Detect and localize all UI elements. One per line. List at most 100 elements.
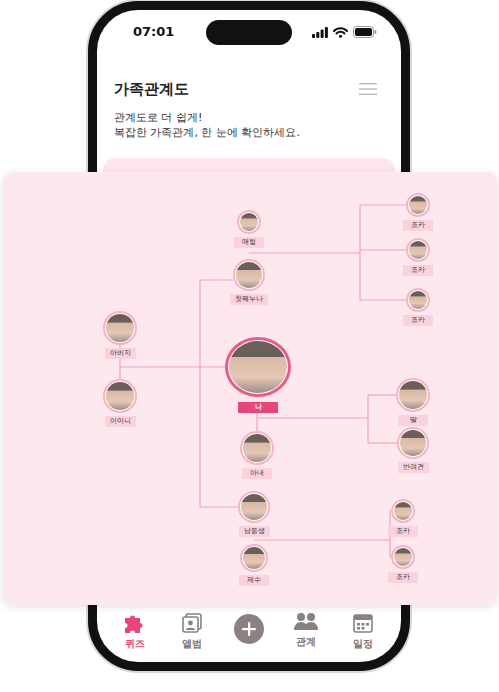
photo-fill — [394, 548, 412, 566]
photo-fill — [409, 241, 427, 259]
family-node[interactable]: 조카 — [388, 545, 418, 583]
tab-label: 앨범 — [182, 637, 202, 650]
photo-fill — [106, 382, 134, 410]
tab-label: 일정 — [353, 637, 373, 650]
photo-block — [406, 288, 430, 312]
photo-fill — [409, 196, 427, 214]
photo-block — [103, 311, 137, 345]
connector-line — [368, 442, 397, 443]
tab-label: 관계 — [296, 635, 316, 648]
node-label: 나 — [238, 402, 278, 413]
family-node[interactable]: 매형 — [234, 210, 264, 248]
node-label: 딸 — [398, 415, 428, 426]
node-label: 아내 — [242, 468, 272, 479]
node-label: 매형 — [234, 237, 264, 248]
node-label: 조카 — [403, 265, 433, 276]
family-node[interactable]: 나 — [225, 337, 291, 413]
album-icon — [181, 612, 203, 634]
intro-text: 관계도로 더 쉽게!복잡한 가족관계, 한 눈에 확인하세요. — [114, 110, 377, 140]
family-tree-panel: 매형첫째누나아버지어머니나아내남동생제수조카조카조카딸반려견조카조카 — [3, 172, 497, 605]
photo-block — [406, 193, 430, 217]
photo-block — [240, 544, 268, 572]
node-label: 아버지 — [105, 348, 136, 359]
connector-line — [360, 204, 406, 205]
photo-fill — [229, 341, 287, 393]
connector-line — [368, 394, 396, 395]
family-node[interactable]: 아버지 — [103, 311, 137, 359]
connector-line — [254, 539, 390, 540]
tab-label: 퀴즈 — [125, 637, 145, 650]
connector-line — [249, 252, 360, 253]
tab-bar: 퀴즈 앨범 관계 일정 — [97, 606, 401, 662]
wifi-icon — [333, 27, 348, 38]
connector-line — [360, 249, 406, 250]
photo-block — [396, 378, 430, 412]
menu-icon[interactable] — [359, 82, 377, 96]
node-label: 조카 — [403, 315, 433, 326]
family-node[interactable]: 조카 — [403, 238, 433, 276]
photo-fill — [243, 434, 271, 462]
status-bar: 07:01 — [97, 10, 401, 60]
photo-fill — [240, 213, 258, 231]
intro-line: 관계도로 더 쉽게! — [114, 110, 377, 125]
connector-line — [200, 506, 238, 507]
family-node[interactable]: 제수 — [239, 544, 269, 586]
photo-fill — [236, 262, 262, 288]
family-node[interactable]: 반려견 — [397, 427, 429, 473]
node-label: 조카 — [403, 220, 433, 231]
title-row: 가족관계도 — [114, 78, 377, 100]
photo-block — [391, 499, 415, 523]
photo-fill — [409, 291, 427, 309]
photo-block — [406, 238, 430, 262]
stage: 07:01 가족관계도관계도로 더 쉽게!복잡한 가족관계, 한 눈에 확인하세요… — [0, 0, 499, 692]
photo-fill — [106, 314, 134, 342]
calendar-icon — [352, 612, 374, 634]
battery-icon — [353, 26, 377, 38]
status-time: 07:01 — [133, 24, 174, 40]
photo-fill — [394, 502, 412, 520]
node-label: 제수 — [239, 575, 269, 586]
family-node[interactable]: 조카 — [388, 499, 418, 537]
family-node[interactable]: 조카 — [403, 288, 433, 326]
dynamic-island — [206, 20, 292, 45]
intro-line: 복잡한 가족관계, 한 눈에 확인하세요. — [114, 125, 377, 140]
connector-line — [256, 412, 257, 431]
photo-fill — [400, 430, 426, 456]
connector-line — [120, 366, 225, 367]
photo-block — [397, 427, 429, 459]
family-node[interactable]: 남동생 — [238, 491, 270, 537]
connector-line — [367, 395, 368, 443]
photo-block — [238, 491, 270, 523]
node-label: 반려견 — [398, 462, 429, 473]
node-label: 조카 — [388, 526, 418, 537]
signal-icon — [312, 27, 328, 38]
photo-block — [233, 259, 265, 291]
node-label: 남동생 — [239, 526, 270, 537]
photo-fill — [241, 494, 267, 520]
people-icon — [293, 612, 319, 632]
family-node[interactable]: 딸 — [396, 378, 430, 426]
page-title: 가족관계도 — [114, 78, 189, 100]
status-icons — [312, 24, 377, 38]
puzzle-icon — [123, 612, 147, 634]
tab-item[interactable]: 퀴즈 — [107, 612, 164, 650]
connector-line — [257, 417, 368, 418]
photo-block — [103, 379, 137, 413]
photo-fill — [243, 547, 265, 569]
family-node[interactable]: 첫째누나 — [230, 259, 268, 305]
family-node[interactable]: 아내 — [240, 431, 274, 479]
connector-line — [359, 205, 360, 300]
connector-line — [200, 279, 233, 280]
family-node[interactable]: 어머니 — [103, 379, 137, 427]
header: 가족관계도관계도로 더 쉽게!복잡한 가족관계, 한 눈에 확인하세요. — [97, 60, 401, 140]
tab-item[interactable]: 관계 — [278, 612, 335, 648]
photo-fill — [399, 381, 427, 409]
photo-block — [225, 337, 291, 397]
node-label: 첫째누나 — [230, 294, 268, 305]
add-button[interactable] — [221, 612, 278, 644]
tab-item[interactable]: 일정 — [335, 612, 392, 650]
photo-block — [391, 545, 415, 569]
tab-item[interactable]: 앨범 — [164, 612, 221, 650]
family-node[interactable]: 조카 — [403, 193, 433, 231]
photo-block — [240, 431, 274, 465]
